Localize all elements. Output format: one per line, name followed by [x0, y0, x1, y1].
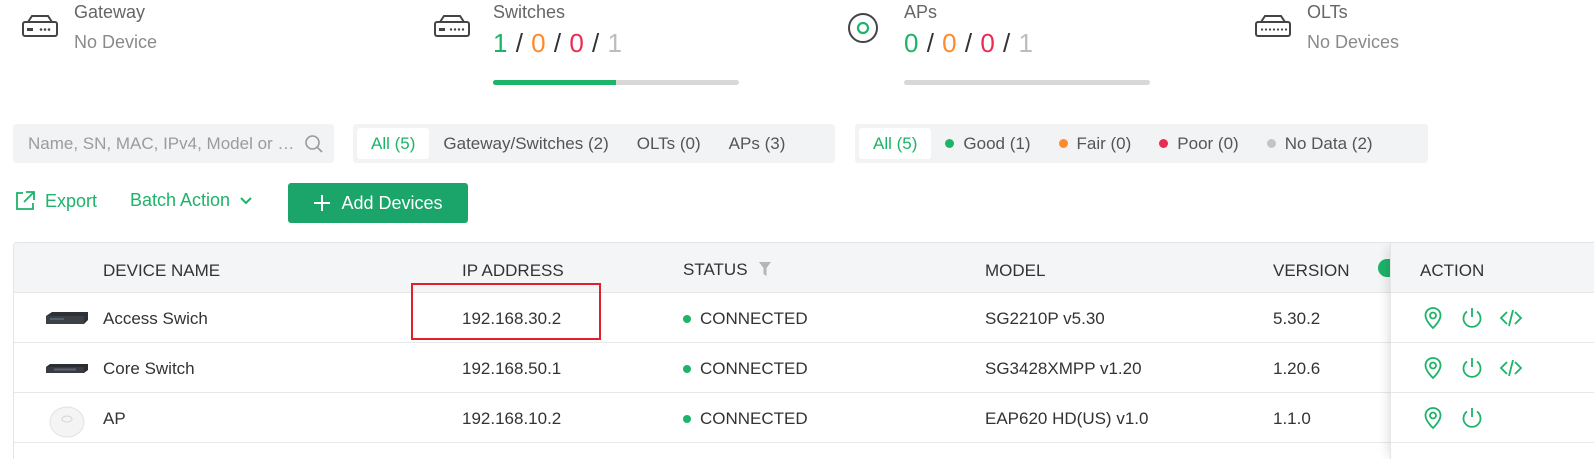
filter-icon[interactable]: [758, 261, 772, 277]
header-action: ACTION: [1420, 261, 1485, 280]
device-name[interactable]: AP: [103, 409, 126, 429]
status-dot-icon: [683, 364, 691, 373]
poor-dot-icon: [1159, 139, 1169, 148]
search-box[interactable]: Name, SN, MAC, IPv4, Model or La...: [13, 124, 334, 163]
status-dot-icon: [683, 414, 691, 423]
status-dot-icon: [683, 314, 691, 323]
type-filter-olts[interactable]: OLTs (0): [623, 128, 715, 159]
locate-icon[interactable]: [1421, 356, 1445, 380]
switches-health-bar: [493, 80, 739, 85]
search-input[interactable]: Name, SN, MAC, IPv4, Model or La...: [28, 134, 300, 154]
locate-icon[interactable]: [1421, 306, 1445, 330]
switch-device-image: [44, 305, 90, 331]
aps-count-fair: 0: [942, 28, 958, 58]
action-header-cell: ACTION: [1391, 243, 1594, 293]
ip-address: 192.168.10.2: [462, 409, 562, 428]
table-row[interactable]: Access Swich 192.168.30.2 CONNECTED SG22…: [14, 293, 1594, 343]
olts-title: OLTs: [1307, 2, 1348, 22]
switches-title: Switches: [493, 2, 566, 22]
action-cell: [1391, 343, 1594, 393]
reboot-icon[interactable]: [1460, 356, 1484, 380]
reboot-icon[interactable]: [1460, 306, 1484, 330]
switches-count-poor: 0: [569, 28, 585, 58]
version: 5.30.2: [1273, 309, 1321, 328]
health-filter-all[interactable]: All (5): [859, 128, 932, 159]
cli-icon[interactable]: [1499, 356, 1523, 380]
aps-title: APs: [904, 2, 938, 22]
header-model[interactable]: MODEL: [985, 261, 1045, 281]
export-icon: [16, 191, 35, 210]
model: SG3428XMPP v1.20: [985, 359, 1142, 378]
type-filter-all[interactable]: All (5): [357, 128, 430, 159]
no-data-dot-icon: [1266, 139, 1276, 148]
aps-count-good: 0: [904, 28, 919, 58]
switches-counts[interactable]: 1 / 0 / 0 / 1: [493, 28, 622, 59]
chevron-down-icon: [240, 196, 252, 204]
aps-health-bar: [904, 80, 1150, 85]
version: 1.20.6: [1273, 359, 1321, 378]
export-button[interactable]: Export: [14, 190, 97, 212]
highlight-box: [411, 283, 601, 340]
olts-subtitle: No Devices: [1307, 32, 1400, 52]
olt-icon: [1253, 12, 1293, 44]
device-name[interactable]: Core Switch: [103, 359, 195, 379]
switches-count-fair: 0: [531, 28, 547, 58]
gateway-subtitle: No Device: [74, 32, 158, 52]
gateway-icon: [20, 12, 60, 44]
add-devices-button[interactable]: Add Devices: [288, 183, 468, 223]
batch-action-label: Batch Action: [130, 190, 231, 210]
type-filter-aps[interactable]: APs (3): [715, 128, 800, 159]
status-cell: CONNECTED: [683, 309, 808, 329]
search-icon[interactable]: [304, 134, 324, 154]
health-filter-good[interactable]: Good (1): [931, 128, 1044, 159]
aps-count-total: 1: [1018, 28, 1034, 58]
action-cell: [1391, 293, 1594, 343]
header-ip-address[interactable]: IP ADDRESS: [462, 261, 564, 281]
status-cell: CONNECTED: [683, 409, 808, 429]
device-name[interactable]: Access Swich: [103, 309, 208, 329]
gateway-title: Gateway: [74, 2, 146, 22]
ap-device-image: [44, 405, 90, 438]
switches-count-total: 1: [607, 28, 623, 58]
device-summary: Gateway No Device Switches 1 / 0 / 0 / 1…: [0, 0, 1594, 100]
switch-device-image: [44, 355, 90, 381]
good-dot-icon: [945, 139, 955, 148]
status-cell: CONNECTED: [683, 359, 808, 379]
switches-count-good: 1: [493, 28, 508, 58]
table-row[interactable]: Core Switch 192.168.50.1 CONNECTED SG342…: [14, 343, 1594, 393]
action-cell: [1391, 393, 1594, 443]
batch-action-dropdown[interactable]: Batch Action: [130, 190, 253, 211]
plus-icon: [314, 195, 331, 211]
device-table: DEVICE NAME IP ADDRESS STATUS MODEL VERS…: [13, 242, 1594, 459]
model: EAP620 HD(US) v1.0: [985, 409, 1149, 428]
header-device-name[interactable]: DEVICE NAME: [103, 261, 220, 281]
ip-address: 192.168.50.1: [462, 359, 562, 378]
health-filter-fair[interactable]: Fair (0): [1045, 128, 1146, 159]
switches-health-fill: [493, 80, 616, 85]
export-label: Export: [45, 190, 98, 211]
fair-dot-icon: [1058, 139, 1068, 148]
device-type-filter: All (5) Gateway/Switches (2) OLTs (0) AP…: [353, 124, 835, 163]
health-filter-poor[interactable]: Poor (0): [1145, 128, 1252, 159]
aps-counts[interactable]: 0 / 0 / 0 / 1: [904, 28, 1033, 59]
action-column: ACTION: [1390, 243, 1594, 459]
add-devices-label: Add Devices: [341, 192, 443, 213]
switch-icon: [432, 12, 472, 44]
health-filter-no-data[interactable]: No Data (2): [1253, 128, 1387, 159]
header-status[interactable]: STATUS: [683, 260, 772, 280]
health-filter: All (5) Good (1) Fair (0) Poor (0) No Da…: [855, 124, 1428, 163]
reboot-icon[interactable]: [1460, 406, 1484, 430]
version: 1.1.0: [1273, 409, 1311, 428]
ap-icon: [843, 12, 883, 44]
cli-icon[interactable]: [1499, 306, 1523, 330]
table-header: DEVICE NAME IP ADDRESS STATUS MODEL VERS…: [14, 243, 1594, 293]
model: SG2210P v5.30: [985, 309, 1105, 328]
header-version[interactable]: VERSION: [1273, 261, 1350, 281]
locate-icon[interactable]: [1421, 406, 1445, 430]
type-filter-gateway-switches[interactable]: Gateway/Switches (2): [429, 128, 622, 159]
aps-count-poor: 0: [980, 28, 996, 58]
table-row[interactable]: AP 192.168.10.2 CONNECTED EAP620 HD(US) …: [14, 393, 1594, 443]
